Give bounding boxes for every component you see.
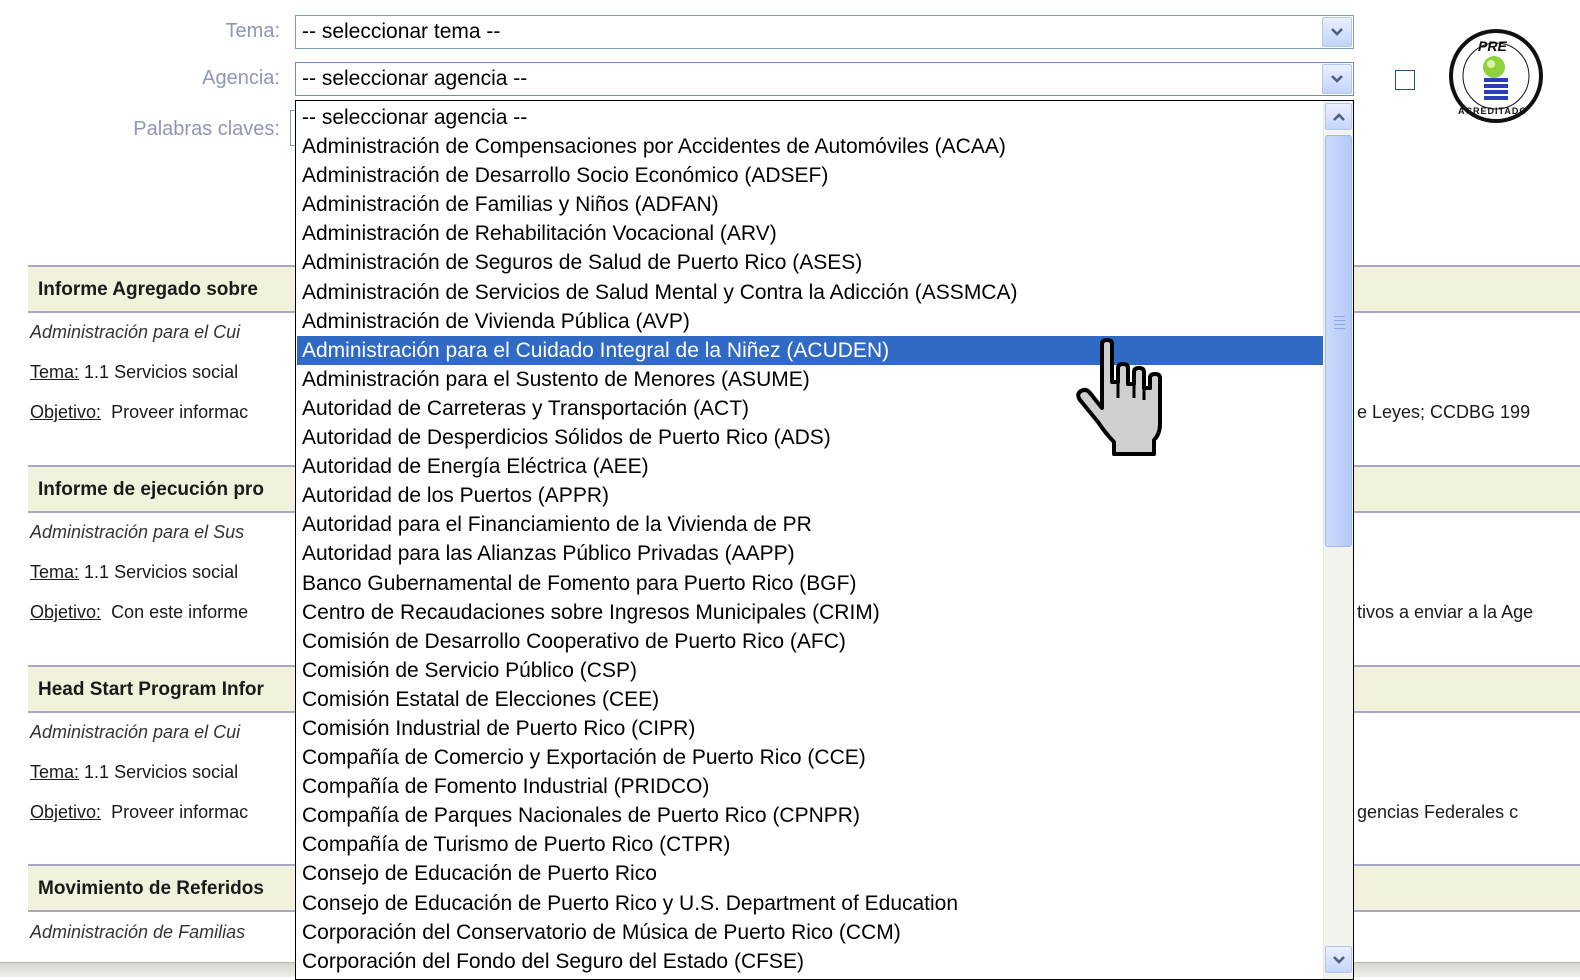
dropdown-option[interactable]: Banco Gubernamental de Fomento para Puer… bbox=[297, 569, 1324, 598]
result-tema: Tema: 1.1 Servicios social bbox=[30, 562, 238, 583]
dropdown-option[interactable]: Compañía de Parques Nacionales de Puerto… bbox=[297, 801, 1324, 830]
tema-field-label: Tema: bbox=[30, 362, 80, 382]
dropdown-option[interactable]: Compañía de Turismo de Puerto Rico (CTPR… bbox=[297, 830, 1324, 859]
objetivo-field-label: Objetivo: bbox=[30, 802, 102, 822]
chevron-up-icon[interactable] bbox=[1325, 103, 1352, 130]
objetivo-tail: tivos a enviar a la Age bbox=[1357, 602, 1534, 622]
dropdown-option[interactable]: Autoridad de los Puertos (APPR) bbox=[297, 481, 1324, 510]
tema-select[interactable]: -- seleccionar tema -- bbox=[295, 15, 1354, 49]
dropdown-option[interactable]: Consejo de Educación de Puerto Rico bbox=[297, 859, 1324, 888]
logo-text-top: PRE bbox=[1478, 38, 1507, 54]
dropdown-option[interactable]: Comisión de Desarrollo Cooperativo de Pu… bbox=[297, 627, 1324, 656]
chevron-down-icon[interactable] bbox=[1325, 946, 1352, 973]
agencia-select[interactable]: -- seleccionar agencia -- bbox=[295, 62, 1354, 96]
result-tema: Tema: 1.1 Servicios social bbox=[30, 362, 238, 383]
objetivo-field-label: Objetivo: bbox=[30, 602, 102, 622]
tema-field-label: Tema: bbox=[30, 562, 80, 582]
tema-field-label: Tema: bbox=[30, 762, 80, 782]
dropdown-option[interactable]: Administración de Desarrollo Socio Econó… bbox=[297, 161, 1324, 190]
chevron-down-icon[interactable] bbox=[1322, 17, 1352, 47]
tema-field-value: 1.1 Servicios social bbox=[84, 762, 239, 782]
agencia-select-value: -- seleccionar agencia -- bbox=[302, 67, 528, 90]
dropdown-scrollbar[interactable] bbox=[1323, 101, 1353, 979]
result-agency: Administración de Familias bbox=[30, 922, 246, 942]
result-agency: Administración para el Cui bbox=[30, 722, 241, 742]
agency-dropdown-list[interactable]: -- seleccionar agencia -- Administración … bbox=[295, 100, 1354, 980]
dropdown-option[interactable]: Administración de Seguros de Salud de Pu… bbox=[297, 248, 1324, 277]
tema-field-value: 1.1 Servicios social bbox=[84, 562, 239, 582]
objetivo-field-label: Objetivo: bbox=[30, 402, 102, 422]
dropdown-option[interactable]: Consejo de Educación de Puerto Rico y U.… bbox=[297, 889, 1324, 918]
result-objetivo: Objetivo: Proveer informac bbox=[30, 402, 248, 423]
dropdown-option[interactable]: Compañía de Fomento Industrial (PRIDCO) bbox=[297, 772, 1324, 801]
dropdown-option[interactable]: Comisión de Servicio Público (CSP) bbox=[297, 656, 1324, 685]
result-agency: Administración para el Sus bbox=[30, 522, 245, 542]
dropdown-option[interactable]: Corporación del Fondo del Seguro del Est… bbox=[297, 947, 1324, 976]
dropdown-option[interactable]: Centro de Recaudaciones sobre Ingresos M… bbox=[297, 598, 1324, 627]
tema-label: Tema: bbox=[225, 20, 280, 42]
result-agency: Administración para el Cui bbox=[30, 322, 241, 342]
result-objetivo: Objetivo: Proveer informac bbox=[30, 802, 248, 823]
dropdown-options[interactable]: -- seleccionar agencia -- Administración … bbox=[297, 103, 1324, 976]
objetivo-field-value: Proveer informac bbox=[111, 402, 249, 422]
dropdown-option[interactable]: Autoridad para el Financiamiento de la V… bbox=[297, 510, 1324, 539]
result-title[interactable]: Movimiento de Referidos bbox=[38, 878, 264, 900]
scrollbar-thumb[interactable] bbox=[1325, 135, 1352, 547]
result-title[interactable]: Head Start Program Infor bbox=[38, 679, 264, 701]
result-title[interactable]: Informe Agregado sobre bbox=[38, 279, 258, 301]
dropdown-option[interactable]: Administración para el Sustento de Menor… bbox=[297, 365, 1324, 394]
tema-select-value: -- seleccionar tema -- bbox=[302, 20, 501, 43]
result-objetivo: Objetivo: Con este informe bbox=[30, 602, 248, 623]
agencia-label: Agencia: bbox=[202, 67, 280, 89]
dropdown-option[interactable]: Administración de Vivienda Pública (AVP) bbox=[297, 307, 1324, 336]
dropdown-option[interactable]: Comisión Industrial de Puerto Rico (CIPR… bbox=[297, 714, 1324, 743]
objetivo-tail: e Leyes; CCDBG 199 bbox=[1357, 402, 1531, 422]
dropdown-option[interactable]: Corporación del Conservatorio de Música … bbox=[297, 918, 1324, 947]
dropdown-option[interactable]: Administración de Servicios de Salud Men… bbox=[297, 278, 1324, 307]
dropdown-option[interactable]: Comisión Estatal de Elecciones (CEE) bbox=[297, 685, 1324, 714]
tema-field-value: 1.1 Servicios social bbox=[84, 362, 239, 382]
dropdown-option[interactable]: Compañía de Comercio y Exportación de Pu… bbox=[297, 743, 1324, 772]
objetivo-field-value: Proveer informac bbox=[111, 802, 249, 822]
dropdown-option[interactable]: Autoridad de Energía Eléctrica (AEE) bbox=[297, 452, 1324, 481]
dropdown-option-selected[interactable]: Administración para el Cuidado Integral … bbox=[297, 335, 1324, 365]
palabras-claves-label: Palabras claves: bbox=[133, 118, 280, 140]
objetivo-field-value: Con este informe bbox=[111, 602, 249, 622]
pre-acreditado-logo: PRE ACREDITADO bbox=[1448, 26, 1544, 131]
dropdown-option[interactable]: Administración de Rehabilitación Vocacio… bbox=[297, 219, 1324, 248]
result-title[interactable]: Informe de ejecución pro bbox=[38, 479, 264, 501]
result-tema: Tema: 1.1 Servicios social bbox=[30, 762, 238, 783]
dropdown-option[interactable]: Autoridad para las Alianzas Público Priv… bbox=[297, 539, 1324, 568]
logo-text-bottom: ACREDITADO bbox=[1458, 106, 1528, 116]
dropdown-option[interactable]: Autoridad de Desperdicios Sólidos de Pue… bbox=[297, 423, 1324, 452]
objetivo-tail: gencias Federales c bbox=[1357, 802, 1519, 822]
dropdown-option[interactable]: -- seleccionar agencia -- bbox=[297, 103, 1324, 132]
dropdown-option[interactable]: Autoridad de Carreteras y Transportación… bbox=[297, 394, 1324, 423]
hand-pointer-icon bbox=[1072, 338, 1168, 465]
chevron-down-icon[interactable] bbox=[1322, 64, 1352, 94]
dropdown-option[interactable]: Administración de Compensaciones por Acc… bbox=[297, 132, 1324, 161]
checkbox[interactable] bbox=[1395, 70, 1415, 90]
dropdown-option[interactable]: Administración de Familias y Niños (ADFA… bbox=[297, 190, 1324, 219]
